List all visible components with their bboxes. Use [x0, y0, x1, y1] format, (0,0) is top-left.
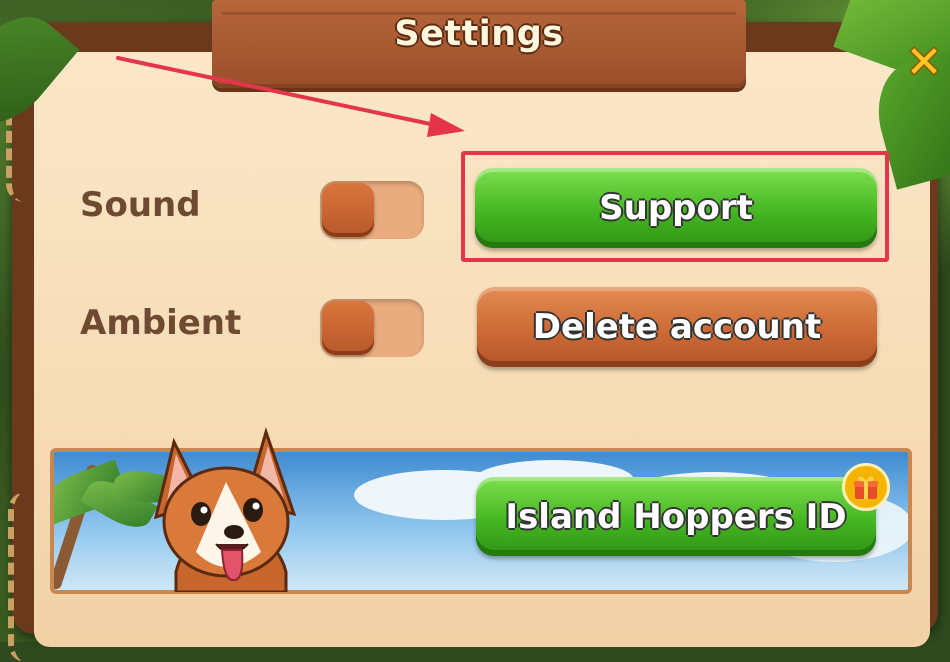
island-hoppers-id-button[interactable]: Island Hoppers ID [476, 477, 876, 556]
support-highlight-box [461, 151, 889, 262]
sound-label: Sound [80, 185, 201, 225]
ambient-toggle[interactable] [320, 299, 424, 357]
close-button[interactable]: ✕ [902, 37, 946, 88]
ambient-label: Ambient [80, 303, 242, 343]
corgi-dog-mascot [153, 426, 297, 592]
delete-account-button[interactable]: Delete account [477, 287, 877, 367]
ambient-toggle-knob [322, 301, 374, 355]
dialog-title: Settings [394, 14, 564, 54]
title-plank: Settings [212, 0, 746, 88]
gift-badge [842, 463, 890, 511]
sound-toggle-knob [322, 183, 374, 237]
close-x-icon: ✕ [905, 36, 943, 88]
sound-toggle[interactable] [320, 181, 424, 239]
gift-icon [854, 476, 878, 499]
